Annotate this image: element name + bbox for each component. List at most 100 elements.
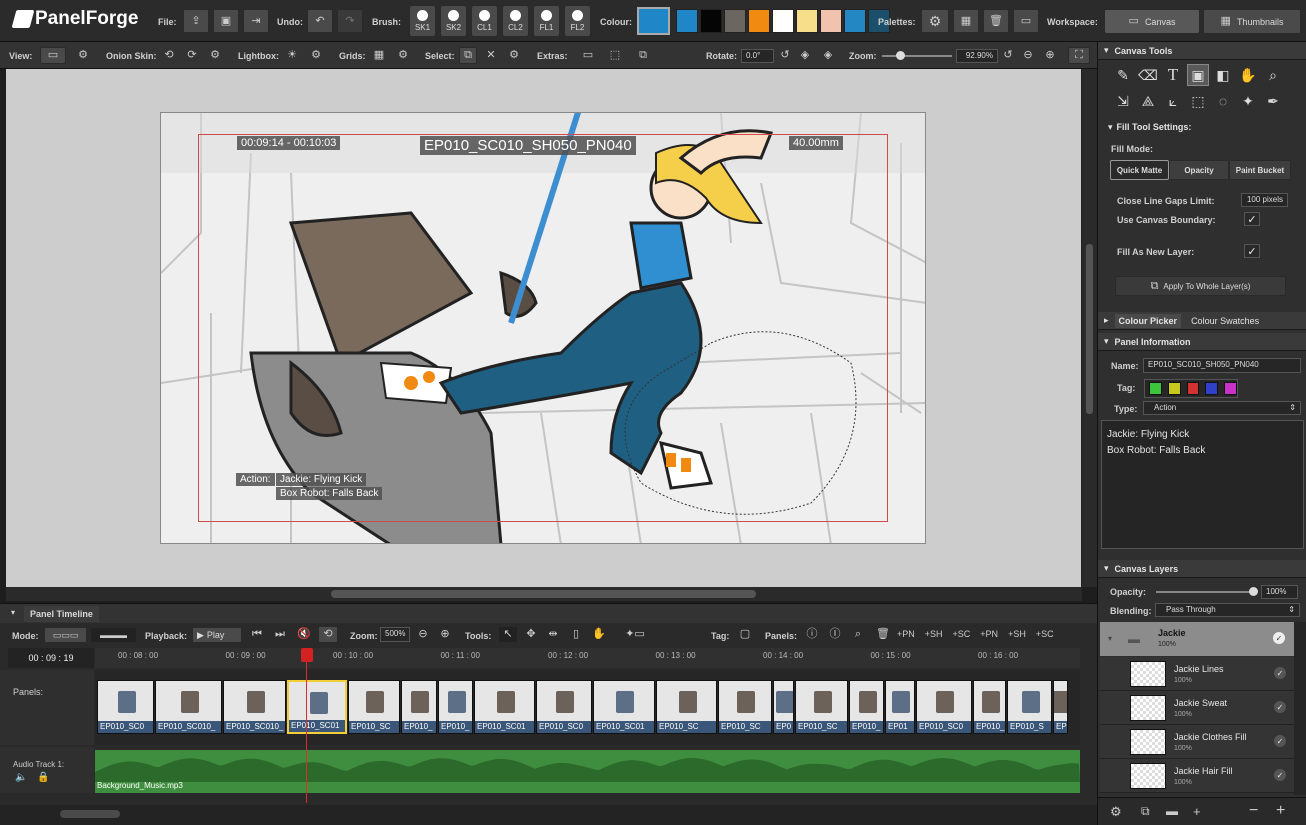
panel-thumbnail[interactable]: EP010_SC <box>656 680 717 734</box>
zoom-slider-track[interactable] <box>882 55 952 57</box>
panel-thumbnail[interactable]: EP010_ <box>849 680 884 734</box>
timeline-zoom-in-icon[interactable]: ⊕ <box>435 626 455 643</box>
blending-select[interactable]: Pass Through ⇕ <box>1155 603 1300 617</box>
palette-grid-button[interactable]: ▦ <box>953 9 979 33</box>
tag-colour-swatch[interactable] <box>1167 382 1181 395</box>
timeline-tag-icon[interactable]: ▢ <box>735 626 755 643</box>
panel-text-icon[interactable]: Ⓘ <box>825 626 845 643</box>
panel-thumbnail[interactable]: EP010_SC0 <box>536 680 592 734</box>
lasso-tool-icon[interactable]: ◌ <box>1212 90 1234 112</box>
mute-icon[interactable]: 🔇 <box>294 626 314 643</box>
redo-button[interactable]: ↷ <box>337 9 363 33</box>
canvas-horizontal-scrollbar[interactable] <box>6 587 1082 601</box>
colour-swatch[interactable] <box>748 9 770 33</box>
panel-type-select[interactable]: Action ⇕ <box>1143 401 1301 415</box>
vertical-scroll-thumb[interactable] <box>1086 244 1093 414</box>
timeline-move-tool-icon[interactable]: ✥ <box>521 626 541 643</box>
flip-vertical-icon[interactable]: ◈ <box>819 47 837 64</box>
duplicate-layer-icon[interactable]: ⧉ <box>1141 805 1150 817</box>
select-all-button[interactable]: ⧉ <box>459 47 477 64</box>
layer-row[interactable]: Jackie Clothes Fill 100% ✓ <box>1100 725 1294 759</box>
layer-visibility-check[interactable]: ✓ <box>1274 667 1286 679</box>
timeline-scroll-thumb[interactable] <box>60 810 120 818</box>
timeline-zoom-out-icon[interactable]: ⊖ <box>413 626 433 643</box>
current-time-display[interactable]: 00 : 09 : 19 <box>8 648 94 668</box>
expand-icon[interactable]: ▸ <box>1104 315 1109 326</box>
colour-swatch[interactable] <box>844 9 866 33</box>
add-shot-after-button[interactable]: +SH <box>1008 629 1026 639</box>
layer-opacity-track[interactable] <box>1156 591 1256 593</box>
play-button[interactable]: ▶ Play <box>192 627 242 643</box>
lightbox-settings-icon[interactable]: ⚙ <box>307 47 325 64</box>
timeline-zoom-input[interactable]: 500% <box>380 627 410 642</box>
mode-thumbnail-button[interactable]: ▭▭▭ <box>44 627 87 643</box>
perspective-tool-icon[interactable]: ⟁ <box>1137 90 1159 112</box>
gear-icon[interactable]: ⚙ <box>1110 805 1122 818</box>
layer-row[interactable]: Jackie Hair Fill 100% ✓ <box>1100 759 1294 793</box>
onion-settings-icon[interactable]: ⚙ <box>206 47 224 64</box>
panel-thumbnail[interactable]: EP010_ <box>973 680 1006 734</box>
zoom-out-icon[interactable]: ⊖ <box>1019 47 1037 64</box>
layer-visibility-check[interactable]: ✓ <box>1274 769 1286 781</box>
gradient-tool-icon[interactable]: ◧ <box>1212 64 1234 86</box>
undo-button[interactable]: ↶ <box>307 9 333 33</box>
close-gaps-input[interactable]: 100 pixels <box>1241 193 1288 207</box>
layer-opacity-input[interactable]: 100% <box>1261 585 1298 599</box>
colour-swatch[interactable] <box>724 9 746 33</box>
panel-thumbnail[interactable]: EP010_SC01 <box>474 680 535 734</box>
panel-thumbnail[interactable]: EP010_SC01 <box>593 680 655 734</box>
marquee-tool-icon[interactable]: ⬚ <box>1187 90 1209 112</box>
tag-colour-swatch[interactable] <box>1149 382 1162 395</box>
timeline-title[interactable]: Panel Timeline <box>24 606 99 622</box>
grid-settings-icon[interactable]: ⚙ <box>394 47 412 64</box>
tag-colour-swatch[interactable] <box>1205 382 1219 395</box>
grid-icon[interactable]: ▦ <box>370 47 388 64</box>
panel-thumbnail[interactable]: EP010_SC <box>795 680 848 734</box>
canvas-vertical-scrollbar[interactable] <box>1082 69 1097 587</box>
select-settings-icon[interactable]: ⚙ <box>505 47 523 64</box>
panel-thumbnail[interactable]: EP010_SC0 <box>916 680 972 734</box>
eyedropper-tool-icon[interactable]: ✒ <box>1262 90 1284 112</box>
colour-picker-tab[interactable]: Colour Picker <box>1114 313 1182 328</box>
collapse-icon[interactable]: ▾ <box>11 608 15 617</box>
lightbox-icon[interactable]: ☀ <box>283 47 301 64</box>
brush-preset-cl1[interactable]: CL1 <box>471 5 498 37</box>
canvas-tools-header[interactable]: ▾ Canvas Tools <box>1098 42 1306 60</box>
panel-info-header[interactable]: ▾ Panel Information <box>1098 333 1306 351</box>
timeline-hand-tool-icon[interactable]: ✋ <box>589 626 609 643</box>
zoom-in-icon[interactable]: ⊕ <box>1041 47 1059 64</box>
add-panel-after-button[interactable]: +PN <box>980 629 998 639</box>
deselect-icon[interactable]: ✕ <box>482 47 500 64</box>
canvas-layers-header[interactable]: ▾ Canvas Layers <box>1098 560 1306 578</box>
warp-tool-icon[interactable]: ⟀ <box>1162 90 1184 112</box>
export-file-button[interactable]: ⇥ <box>243 9 269 33</box>
add-layer-icon[interactable]: + <box>1193 805 1201 818</box>
timeline-select-tool[interactable]: ↖ <box>498 626 518 643</box>
panel-search-icon[interactable]: ⌕ <box>848 626 868 643</box>
extras-layers-icon[interactable]: ⧉ <box>634 47 652 64</box>
panel-thumbnail[interactable]: EP010_SC0 <box>97 680 154 734</box>
timeline-vertical-scrollbar[interactable] <box>1080 648 1097 795</box>
group-collapse-icon[interactable]: ▾ <box>1108 634 1112 643</box>
panel-thumbnail[interactable]: EP010_ <box>401 680 437 734</box>
timeline-extras-icon[interactable]: ✦▭ <box>618 626 652 643</box>
layer-visibility-check[interactable]: ✓ <box>1274 701 1286 713</box>
palette-delete-button[interactable]: 🗑 <box>983 9 1009 33</box>
colour-swatch[interactable] <box>676 9 698 33</box>
colour-swatch[interactable] <box>820 9 842 33</box>
lock-icon[interactable]: 🔒 <box>37 772 49 783</box>
colour-swatch[interactable] <box>796 9 818 33</box>
view-mode-button[interactable]: ▭ <box>40 47 66 64</box>
playhead-handle[interactable] <box>301 648 313 662</box>
audio-clip[interactable]: Background_Music.mp3 <box>95 750 1080 793</box>
canvas-boundary-checkbox[interactable]: ✓ <box>1244 212 1260 226</box>
layer-opacity-handle[interactable] <box>1249 587 1258 596</box>
onion-back-icon[interactable]: ⟲ <box>160 47 178 64</box>
panel-thumbnail[interactable]: EP0 <box>1053 680 1068 734</box>
layer-row[interactable]: Jackie Sweat 100% ✓ <box>1100 691 1294 725</box>
fit-view-button[interactable]: ⛶ <box>1068 47 1090 64</box>
panel-thumbnail[interactable]: EP010_ <box>438 680 473 734</box>
brush-preset-sk1[interactable]: SK1 <box>409 5 436 37</box>
text-tool-icon[interactable]: T <box>1162 64 1184 86</box>
save-file-button[interactable]: ▣ <box>213 9 239 33</box>
